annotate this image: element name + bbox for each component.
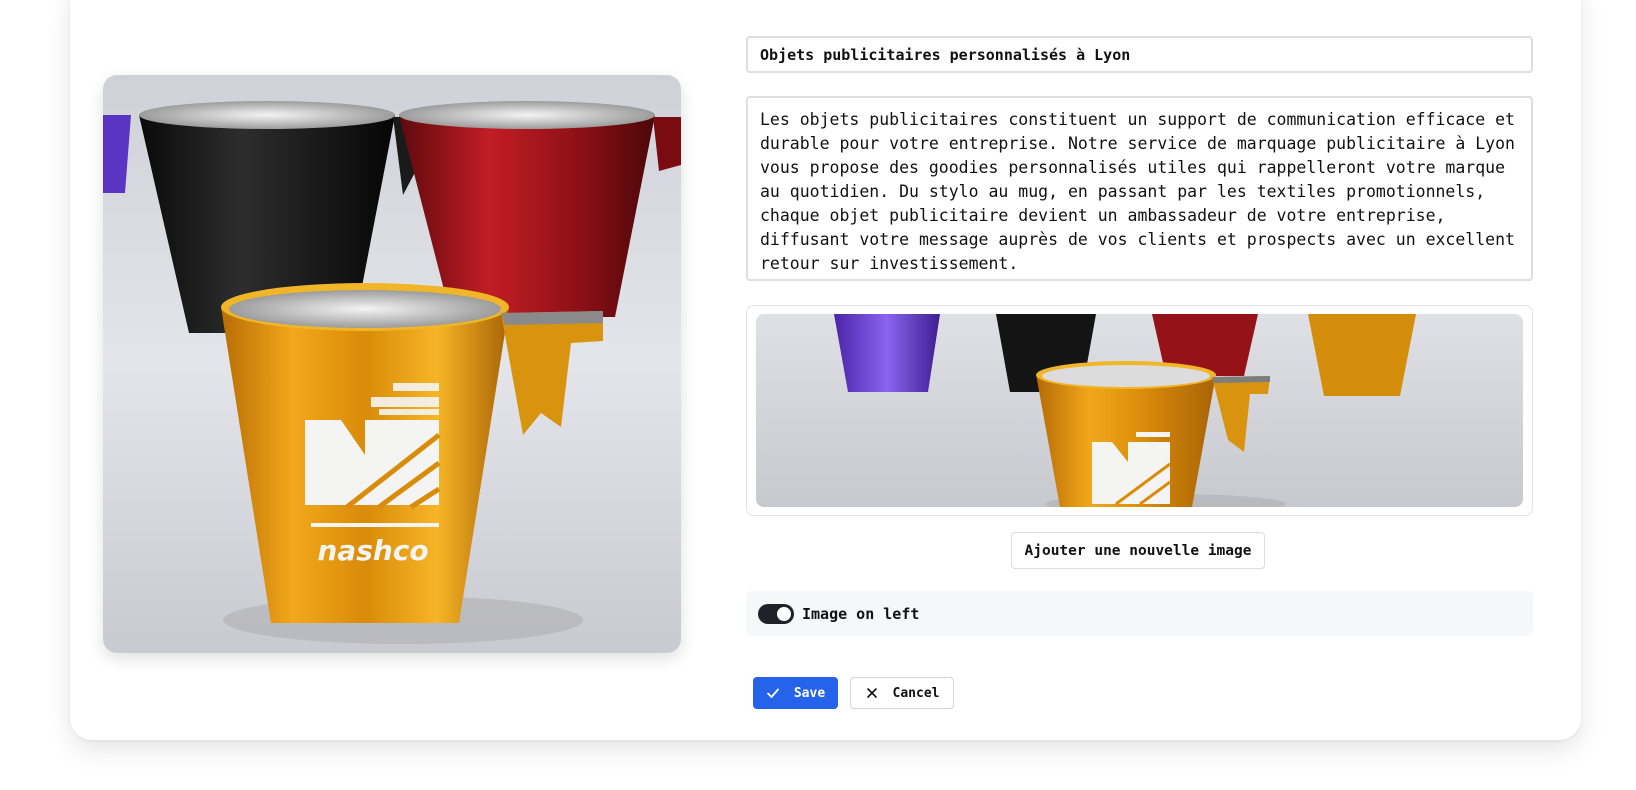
mug-brand-text: nashco <box>317 534 428 567</box>
title-input[interactable] <box>746 36 1533 73</box>
close-icon <box>866 688 877 698</box>
save-label: Save <box>793 685 826 701</box>
description-textarea[interactable]: Les objets publicitaires constituent un … <box>746 96 1533 281</box>
image-on-left-toggle[interactable] <box>758 603 794 624</box>
image-position-row: Image on left <box>746 591 1533 636</box>
image-thumbnail[interactable] <box>756 314 1523 507</box>
cancel-button[interactable]: Cancel <box>850 677 954 709</box>
add-image-button[interactable]: Ajouter une nouvelle image <box>1011 532 1265 569</box>
mug-photo-icon: nashco <box>103 75 681 653</box>
mug-photo-thumbnail-icon <box>756 314 1523 507</box>
image-on-left-label: Image on left <box>802 604 920 623</box>
check-icon <box>766 688 779 698</box>
save-button[interactable]: Save <box>753 677 838 709</box>
image-thumbnail-frame <box>746 305 1533 516</box>
cancel-label: Cancel <box>892 685 940 701</box>
toggle-knob <box>777 606 791 621</box>
main-image[interactable]: nashco <box>103 75 681 653</box>
